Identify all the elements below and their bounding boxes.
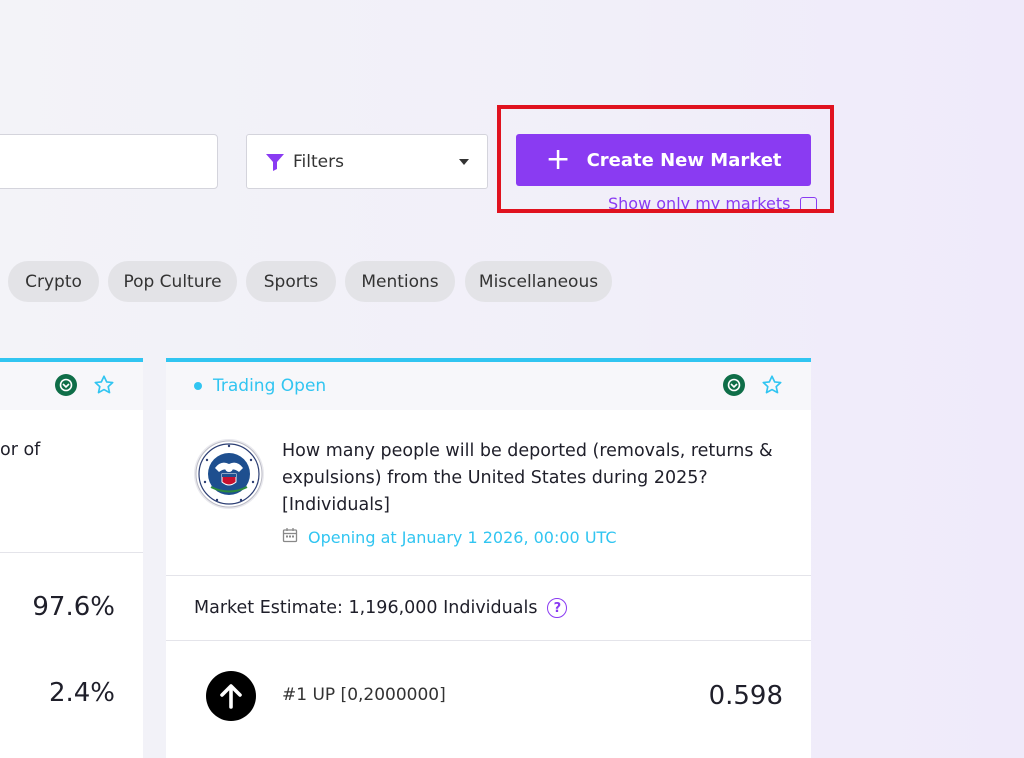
question-block: How many people will be deported (remova… xyxy=(166,410,811,576)
trading-status: Trading Open xyxy=(194,376,326,396)
outcome-value: 0.598 xyxy=(708,681,783,711)
opening-time: Opening at January 1 2026, 00:00 UTC xyxy=(282,527,617,547)
tag-pop-culture[interactable]: Pop Culture xyxy=(108,261,237,302)
star-icon[interactable] xyxy=(761,374,783,396)
question-text: or of xyxy=(0,440,41,460)
outcome-value: 2.4% xyxy=(48,678,115,708)
outcome-value: 97.6% xyxy=(32,592,115,622)
filters-dropdown[interactable]: Filters xyxy=(246,134,488,189)
tag-mentions[interactable]: Mentions xyxy=(345,261,455,302)
divider xyxy=(0,552,143,553)
filter-funnel-icon xyxy=(265,152,285,172)
tag-miscellaneous[interactable]: Miscellaneous xyxy=(465,261,612,302)
platform-logo-icon xyxy=(55,374,77,396)
highlight-box xyxy=(497,105,834,213)
calendar-icon xyxy=(282,527,298,547)
market-card[interactable]: Trading Open How many people will be dep… xyxy=(166,358,811,758)
card-header xyxy=(0,362,143,410)
caret-down-icon xyxy=(459,158,469,165)
status-dot-icon xyxy=(194,382,202,390)
dhs-seal-icon xyxy=(193,438,265,510)
tag-sports[interactable]: Sports xyxy=(246,261,336,302)
market-question[interactable]: How many people will be deported (remova… xyxy=(282,438,792,519)
filters-label: Filters xyxy=(293,151,344,172)
market-card-left[interactable]: or of 97.6% 2.4% xyxy=(0,358,143,758)
opening-label: Opening at January 1 2026, 00:00 UTC xyxy=(308,527,617,547)
star-icon[interactable] xyxy=(93,374,115,396)
search-input[interactable] xyxy=(0,134,218,189)
outcome-label: #1 UP [0,2000000] xyxy=(282,685,446,705)
market-estimate: Market Estimate: 1,196,000 Individuals ? xyxy=(166,576,811,641)
status-label: Trading Open xyxy=(213,376,327,396)
platform-logo-icon xyxy=(723,374,745,396)
outcome-row[interactable]: #1 UP [0,2000000] 0.598 xyxy=(166,641,811,753)
market-estimate-label: Market Estimate: 1,196,000 Individuals xyxy=(194,598,538,618)
help-icon[interactable]: ? xyxy=(547,598,568,618)
tag-crypto[interactable]: Crypto xyxy=(8,261,99,302)
card-header: Trading Open xyxy=(166,362,811,410)
arrow-up-icon xyxy=(206,671,256,721)
